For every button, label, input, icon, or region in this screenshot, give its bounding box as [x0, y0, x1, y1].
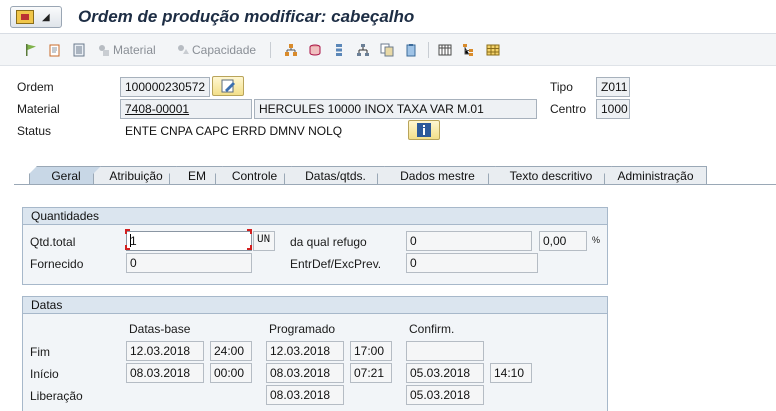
inicio-base-time-field[interactable]: 00:00 [210, 363, 252, 383]
toolbar-separator [428, 42, 429, 58]
liberacao-label: Liberação [30, 389, 83, 403]
clipboard-button[interactable] [404, 42, 418, 58]
tree-button[interactable] [462, 42, 476, 58]
tab-geral[interactable]: Geral [29, 166, 103, 186]
fim-prog-date-field[interactable]: 12.03.2018 [266, 341, 344, 361]
fim-base-date-field[interactable]: 12.03.2018 [126, 341, 204, 361]
datas-base-header: Datas-base [129, 322, 191, 336]
focus-corner [247, 229, 252, 234]
copy-button[interactable] [48, 42, 62, 58]
tab-controle[interactable]: Controle [215, 166, 294, 185]
vertical-list-button[interactable] [332, 42, 346, 58]
clipboard-icon [406, 44, 416, 57]
entrdef-label: EntrDef/ExcPrev. [290, 257, 382, 271]
text-caret [130, 234, 131, 247]
grid-icon [486, 44, 500, 56]
vertical-list-icon [336, 44, 342, 56]
table-icon [438, 44, 452, 56]
application-toolbar: Material Capacidade [0, 34, 776, 66]
status-info-button[interactable] [408, 120, 440, 140]
centro-field[interactable]: 1000 [596, 99, 630, 119]
status-label: Status [17, 124, 52, 138]
tipo-label: Tipo [550, 80, 573, 94]
edit-order-button[interactable] [212, 76, 244, 96]
material-label: Material [17, 102, 60, 116]
inicio-prog-date-field[interactable]: 08.03.2018 [266, 363, 344, 383]
quantidades-title: Quantidades [23, 208, 607, 225]
table-button[interactable] [438, 42, 452, 58]
liberacao-prog-date-field[interactable]: 08.03.2018 [266, 385, 344, 405]
tab-dados-mestre[interactable]: Dados mestre [377, 166, 498, 185]
cylinder-icon [309, 44, 321, 56]
toolbar-separator [270, 42, 271, 58]
inicio-base-date-field[interactable]: 08.03.2018 [126, 363, 204, 383]
sap-menu-icon [16, 10, 34, 24]
tab-texto-descritivo[interactable]: Texto descritivo [488, 166, 614, 185]
system-menu-button[interactable]: ◢ [10, 6, 62, 28]
centro-label: Centro [550, 102, 587, 116]
refugo-percent-field[interactable]: 0,00 [539, 231, 587, 251]
list-icon [73, 43, 85, 57]
info-icon [417, 123, 431, 137]
documents-button[interactable] [380, 42, 394, 58]
flag-icon [26, 44, 36, 56]
fim-label: Fim [30, 345, 50, 359]
status-field: ENTE CNPA CAPC ERRD DMNV NOLQ [120, 121, 402, 141]
fim-conf-date-field[interactable] [406, 341, 484, 361]
org-chart-button[interactable] [356, 42, 370, 58]
hierarchy-icon [285, 44, 297, 56]
pencil-icon [221, 79, 235, 93]
documents-icon [380, 43, 394, 57]
tipo-field[interactable]: Z011 [596, 77, 630, 97]
tree-icon [463, 44, 473, 56]
fim-prog-time-field[interactable]: 17:00 [350, 341, 392, 361]
material-description-field: HERCULES 10000 INOX TAXA VAR M.01 [254, 99, 537, 119]
fim-base-time-field[interactable]: 24:00 [210, 341, 252, 361]
ordem-label: Ordem [17, 80, 54, 94]
programado-header: Programado [269, 322, 336, 336]
fornecido-field: 0 [126, 253, 252, 273]
refugo-label: da qual refugo [290, 235, 367, 249]
list-button[interactable] [72, 42, 86, 58]
fornecido-label: Fornecido [30, 257, 84, 271]
dropdown-arrow-icon: ◢ [42, 12, 50, 23]
inicio-conf-time-field[interactable]: 14:10 [490, 363, 532, 383]
percent-sign: % [592, 235, 601, 245]
datas-title: Datas [23, 297, 607, 314]
unit-field: UN [253, 231, 275, 251]
refugo-field[interactable]: 0 [406, 231, 532, 251]
material-icon [99, 45, 109, 56]
liberacao-conf-date-field[interactable]: 05.03.2018 [406, 385, 484, 405]
page-title: Ordem de produção modificar: cabeçalho [78, 7, 415, 26]
tab-datas-qtds[interactable]: Datas/qtds. [284, 166, 387, 185]
title-bar: ◢ Ordem de produção modificar: cabeçalho [0, 0, 776, 34]
capacity-icon [178, 45, 189, 54]
inicio-label: Início [30, 367, 59, 381]
tab-administracao[interactable]: Administração [604, 166, 707, 185]
ordem-field[interactable]: 100000230572 [120, 77, 210, 97]
flag-button[interactable] [24, 42, 38, 58]
tab-atribuicao[interactable]: Atribuição [93, 166, 179, 185]
tab-strip: Geral Atribuição EM Controle Datas/qtds.… [14, 166, 776, 186]
cylinder-button[interactable] [308, 42, 322, 58]
org-chart-icon [357, 44, 369, 56]
material-button[interactable]: Material [97, 42, 156, 58]
copy-icon [49, 44, 60, 57]
entrdef-field: 0 [406, 253, 538, 273]
qtd-total-input[interactable]: 1 [126, 231, 252, 251]
focus-corner [247, 245, 252, 250]
capacidade-button[interactable]: Capacidade [176, 42, 256, 58]
confirm-header: Confirm. [409, 322, 455, 336]
material-field[interactable]: 7408-00001 [120, 99, 252, 119]
grid-button[interactable] [486, 42, 500, 58]
hierarchy-button[interactable] [284, 42, 298, 58]
inicio-prog-time-field[interactable]: 07:21 [350, 363, 392, 383]
inicio-conf-date-field[interactable]: 05.03.2018 [406, 363, 484, 383]
qtd-total-label: Qtd.total [30, 235, 76, 249]
